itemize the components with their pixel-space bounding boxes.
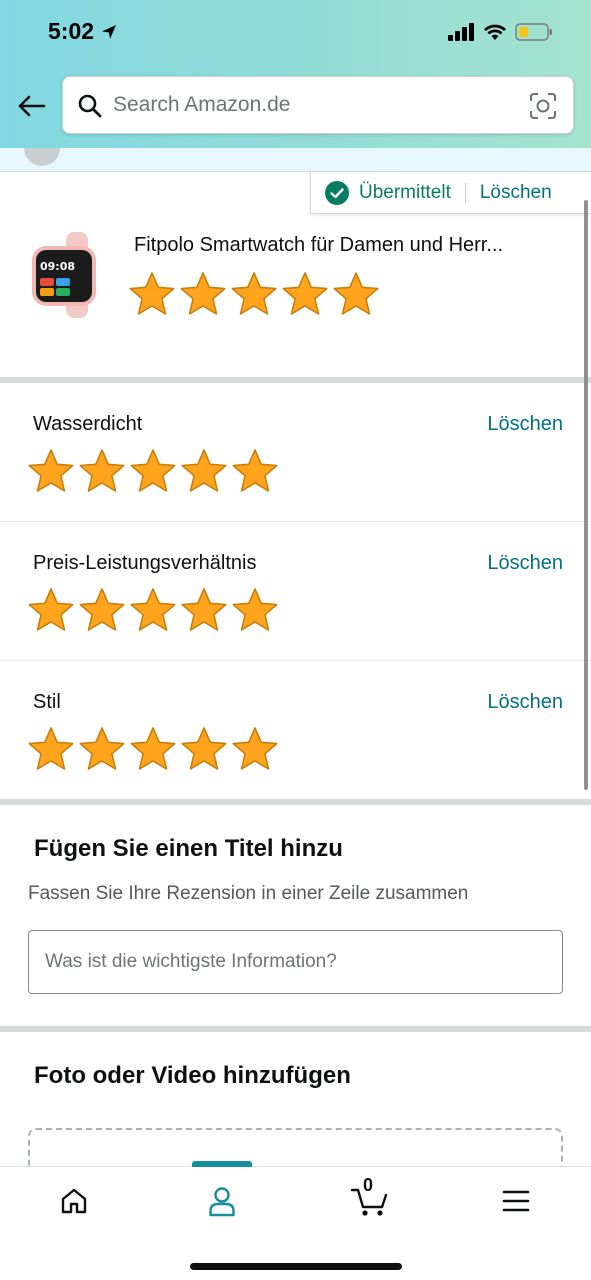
star-icon[interactable] (128, 586, 178, 636)
avatar (24, 148, 60, 166)
attribute-row-waterproof: Wasserdicht Löschen (0, 383, 591, 522)
star-icon[interactable] (128, 447, 178, 497)
star-icon[interactable] (179, 725, 229, 775)
nav-account[interactable] (192, 1181, 252, 1221)
battery-icon (515, 23, 552, 41)
bottom-nav: 0 (0, 1161, 591, 1280)
product-image: 09:08 (32, 232, 96, 318)
review-title-input[interactable] (28, 930, 563, 994)
attribute-star-rating[interactable] (26, 586, 280, 636)
star-icon[interactable] (179, 447, 229, 497)
status-time-text: 5:02 (48, 18, 95, 44)
star-icon[interactable] (26, 447, 76, 497)
star-icon[interactable] (331, 270, 381, 320)
cart-count: 0 (363, 1175, 374, 1195)
review-title-heading: Fügen Sie einen Titel hinzu (34, 835, 343, 862)
status-indicators (447, 22, 553, 42)
submission-status-text: Übermittelt (359, 181, 451, 203)
back-button[interactable] (14, 88, 48, 124)
star-icon[interactable] (26, 586, 76, 636)
badge-divider (464, 182, 466, 203)
review-title-section: Fügen Sie einen Titel hinzu Fassen Sie I… (0, 805, 591, 1026)
back-arrow-icon (18, 95, 46, 117)
star-icon[interactable] (178, 270, 228, 320)
star-icon[interactable] (77, 447, 127, 497)
attribute-star-rating[interactable] (26, 725, 280, 775)
star-icon[interactable] (77, 586, 127, 636)
star-icon[interactable] (229, 270, 279, 320)
attribute-row-style: Stil Löschen (0, 661, 591, 799)
nav-home[interactable] (44, 1181, 104, 1221)
delete-submission-link[interactable]: Löschen (480, 182, 552, 204)
camera-scan-icon[interactable] (529, 92, 557, 120)
attribute-delete-link[interactable]: Löschen (487, 691, 563, 714)
app-header: 5:02 (0, 0, 591, 148)
attribute-delete-link[interactable]: Löschen (487, 552, 563, 575)
product-title[interactable]: Fitpolo Smartwatch für Damen und Herr... (134, 234, 503, 257)
star-icon[interactable] (77, 725, 127, 775)
cellular-signal-icon (448, 23, 474, 41)
nav-cart[interactable]: 0 (340, 1175, 400, 1221)
review-title-subheading: Fassen Sie Ihre Rezension in einer Zeile… (28, 883, 469, 904)
menu-icon (502, 1190, 530, 1212)
active-tab-indicator (192, 1161, 252, 1167)
search-input[interactable] (113, 77, 523, 133)
star-icon[interactable] (127, 270, 177, 320)
submission-status-badge: Übermittelt Löschen (310, 172, 591, 214)
attribute-label: Stil (33, 691, 61, 713)
scroll-peek-strip (0, 148, 591, 172)
attribute-label: Wasserdicht (33, 413, 143, 435)
star-icon[interactable] (179, 586, 229, 636)
search-bar[interactable] (62, 76, 574, 134)
attribute-label: Preis-Leistungsverhältnis (33, 552, 257, 574)
location-arrow-icon (102, 24, 117, 39)
star-icon[interactable] (26, 725, 76, 775)
product-thumb-time: 09:08 (40, 260, 75, 273)
home-icon (61, 1188, 87, 1214)
star-icon[interactable] (280, 270, 330, 320)
scrollbar[interactable] (584, 200, 588, 790)
media-upload-section: Foto oder Video hinzufügen (0, 1032, 591, 1208)
wifi-icon (484, 24, 506, 40)
media-upload-heading: Foto oder Video hinzufügen (34, 1062, 351, 1089)
star-icon[interactable] (230, 725, 280, 775)
star-icon[interactable] (230, 447, 280, 497)
product-section: Übermittelt Löschen 09:08 Fitpolo Smartw… (0, 172, 591, 377)
attribute-delete-link[interactable]: Löschen (487, 413, 563, 436)
attribute-star-rating[interactable] (26, 447, 280, 497)
check-circle-icon (325, 180, 349, 205)
home-indicator (190, 1263, 402, 1270)
nav-menu[interactable] (486, 1181, 546, 1221)
review-form: Übermittelt Löschen 09:08 Fitpolo Smartw… (0, 172, 591, 1208)
status-time: 5:02 (48, 18, 118, 45)
product-star-rating[interactable] (127, 270, 381, 320)
star-icon[interactable] (230, 586, 280, 636)
attribute-row-value: Preis-Leistungsverhältnis Löschen (0, 522, 591, 661)
account-icon (209, 1187, 235, 1217)
search-icon (78, 94, 102, 118)
star-icon[interactable] (128, 725, 178, 775)
